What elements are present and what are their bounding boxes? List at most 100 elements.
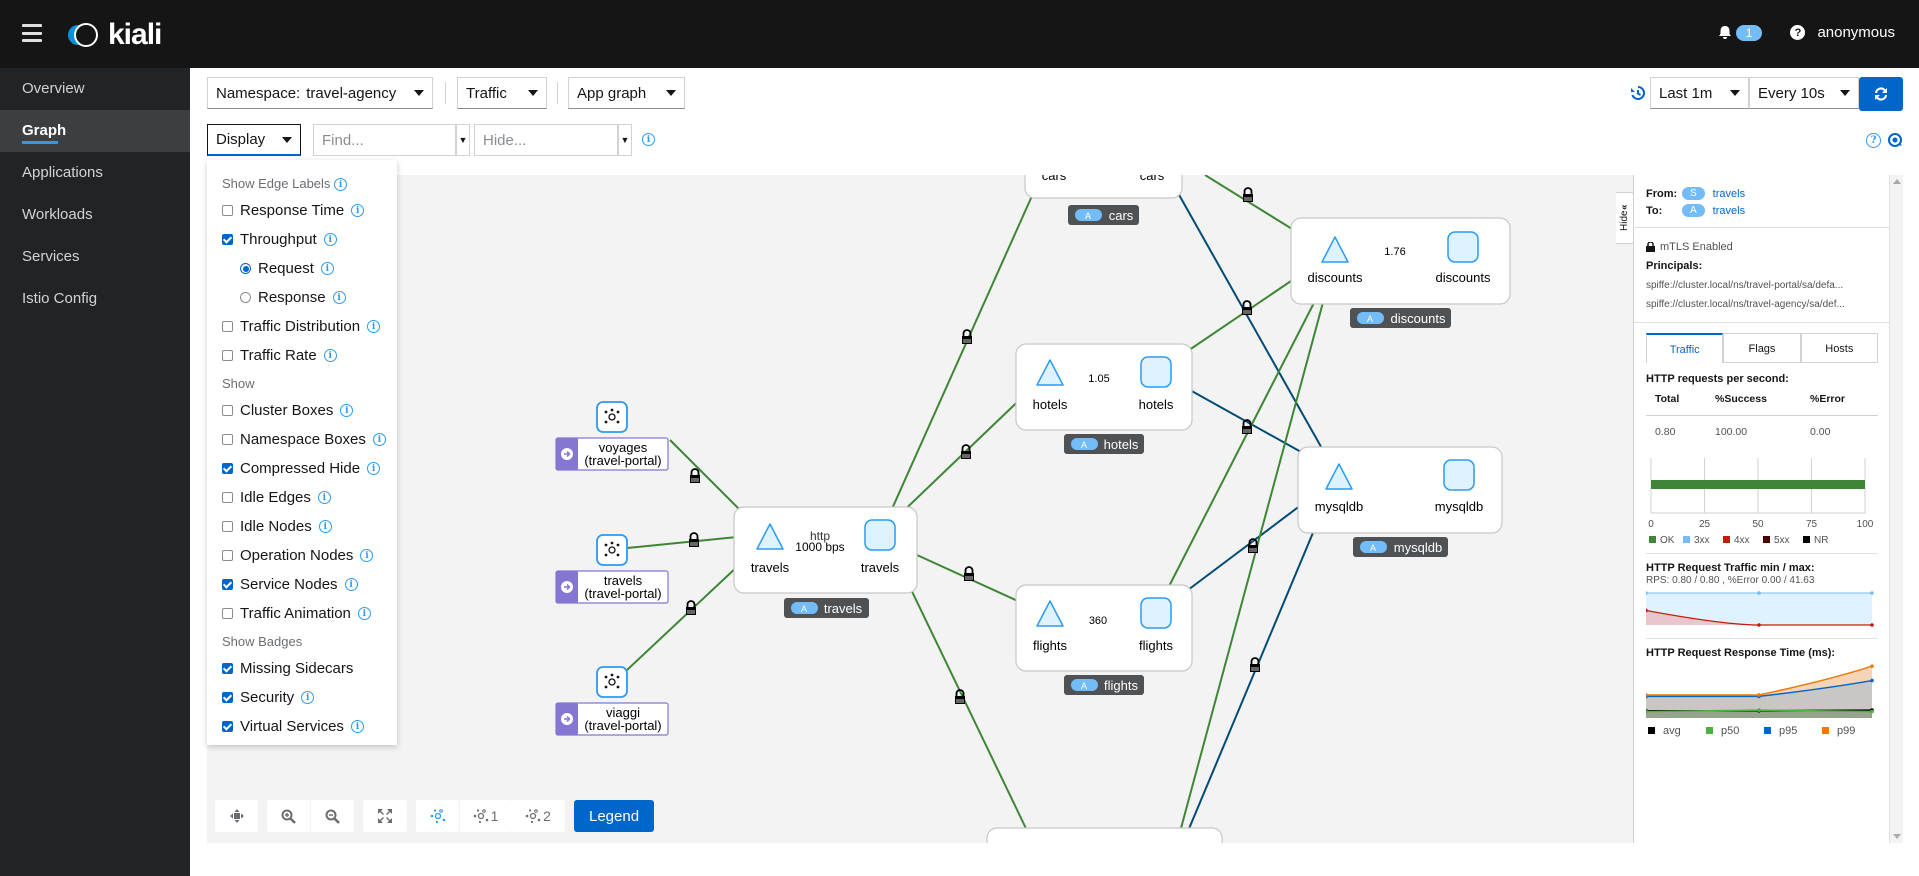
info-icon[interactable]: i <box>351 204 365 217</box>
checkbox[interactable] <box>222 663 233 674</box>
sidebar-item-applications[interactable]: Applications <box>0 152 190 194</box>
hide-options-toggle[interactable]: ▼ <box>618 124 632 156</box>
find-input[interactable]: Find... <box>313 124 456 156</box>
pan-button[interactable] <box>215 800 258 832</box>
option-request[interactable]: Request i <box>222 254 397 283</box>
option-operation-nodes[interactable]: Operation Nodes i <box>222 541 397 570</box>
info-icon[interactable]: i <box>357 607 371 620</box>
app-box-clipped[interactable] <box>986 827 1223 843</box>
option-idle-edges[interactable]: Idle Edges i <box>222 483 397 512</box>
info-icon[interactable]: i <box>320 262 334 275</box>
sidebar-item-workloads[interactable]: Workloads <box>0 194 190 236</box>
zoom-out-button[interactable] <box>311 800 354 832</box>
option-response-time[interactable]: Response Time i <box>222 196 397 225</box>
info-icon[interactable]: i <box>642 133 655 146</box>
info-icon[interactable]: i <box>367 320 381 333</box>
checkbox[interactable] <box>222 350 233 361</box>
option-traffic-animation[interactable]: Traffic Animation i <box>222 599 397 628</box>
hamburger-menu-icon[interactable] <box>22 24 42 42</box>
checkbox[interactable] <box>222 463 233 474</box>
help-icon[interactable]: ? <box>1790 25 1806 40</box>
hide-input[interactable]: Hide... <box>474 124 618 156</box>
sidebar-item-graph[interactable]: Graph <box>0 110 190 152</box>
sidebar-item-overview[interactable]: Overview <box>0 68 190 110</box>
app-box-flights[interactable]: flights flights 360 A flights <box>1015 584 1193 695</box>
user-menu[interactable]: anonymous <box>1817 24 1895 41</box>
app-box-travels[interactable]: travels travels http 1000 bps A travels <box>733 506 918 618</box>
checkbox[interactable] <box>222 550 233 561</box>
option-traffic-rate[interactable]: Traffic Rate i <box>222 341 397 370</box>
option-idle-nodes[interactable]: Idle Nodes i <box>222 512 397 541</box>
layout-1-button[interactable]: 1 <box>460 800 511 832</box>
option-cluster-boxes[interactable]: Cluster Boxes i <box>222 396 397 425</box>
checkbox[interactable] <box>222 492 233 503</box>
checkbox[interactable] <box>222 321 233 332</box>
app-box-cars[interactable]: cars cars A cars <box>1024 175 1183 225</box>
info-icon[interactable]: i <box>317 491 331 504</box>
checkbox[interactable] <box>222 205 233 216</box>
from-link[interactable]: travels <box>1713 188 1745 200</box>
tab-hosts[interactable]: Hosts <box>1800 333 1878 363</box>
graph-type-select[interactable]: App graph <box>568 77 685 109</box>
info-icon[interactable]: i <box>340 404 354 417</box>
source-node-voyages[interactable]: voyages (travel-portal) <box>555 401 669 471</box>
checkbox[interactable] <box>222 608 233 619</box>
option-missing-sidecars[interactable]: Missing Sidecars <box>222 654 397 683</box>
panel-scrollbar[interactable] <box>1889 175 1903 843</box>
option-virtual-services[interactable]: Virtual Services i <box>222 712 397 741</box>
info-icon[interactable]: i <box>372 433 386 446</box>
info-icon[interactable]: i <box>323 349 337 362</box>
option-compressed-hide[interactable]: Compressed Hide i <box>222 454 397 483</box>
option-throughput[interactable]: Throughput i <box>222 225 397 254</box>
graph-svg[interactable]: voyages (travel-portal) travels (travel-… <box>207 175 1633 843</box>
option-response[interactable]: Response i <box>222 283 397 312</box>
radio[interactable] <box>240 263 251 274</box>
checkbox[interactable] <box>222 405 233 416</box>
help-icon[interactable]: ? <box>1866 133 1881 148</box>
info-icon[interactable]: i <box>350 720 364 733</box>
checkbox[interactable] <box>222 434 233 445</box>
info-icon[interactable]: i <box>360 549 374 562</box>
checkbox[interactable] <box>222 721 233 732</box>
fit-button[interactable] <box>363 800 407 832</box>
edge-lower-discounts[interactable] <box>1176 294 1326 843</box>
hide-panel-toggle[interactable]: Hide « <box>1616 192 1634 244</box>
checkbox[interactable] <box>222 692 233 703</box>
zoom-in-button[interactable] <box>267 800 310 832</box>
info-icon[interactable]: i <box>334 178 348 192</box>
app-box-discounts[interactable]: discounts discounts 1.76 A discounts <box>1290 217 1511 328</box>
info-icon[interactable]: i <box>323 233 337 246</box>
info-icon[interactable]: i <box>332 291 346 304</box>
option-traffic-distribution[interactable]: Traffic Distribution i <box>222 312 397 341</box>
tab-traffic[interactable]: Traffic <box>1646 333 1724 363</box>
to-link[interactable]: travels <box>1713 205 1745 217</box>
checkbox[interactable] <box>222 234 233 245</box>
display-select[interactable]: Display <box>207 124 301 156</box>
traffic-select[interactable]: Traffic <box>457 77 547 109</box>
info-icon[interactable]: i <box>344 578 358 591</box>
sidebar-item-istio-config[interactable]: Istio Config <box>0 278 190 320</box>
tab-flags[interactable]: Flags <box>1723 333 1801 363</box>
edge-flights-discounts[interactable] <box>1162 294 1319 599</box>
checkbox[interactable] <box>222 579 233 590</box>
info-icon[interactable]: i <box>367 462 381 475</box>
layout-default-button[interactable] <box>416 800 459 832</box>
tour-icon[interactable] <box>1887 132 1903 148</box>
info-icon[interactable]: i <box>301 691 315 704</box>
source-node-viaggi[interactable]: viaggi (travel-portal) <box>555 666 669 736</box>
notifications-bell[interactable]: 1 <box>1718 24 1763 41</box>
namespace-select[interactable]: Namespace: travel-agency <box>207 77 433 109</box>
option-security[interactable]: Security i <box>222 683 397 712</box>
option-service-nodes[interactable]: Service Nodes i <box>222 570 397 599</box>
history-icon[interactable] <box>1630 85 1646 101</box>
refresh-interval-select[interactable]: Every 10s <box>1749 77 1859 109</box>
info-icon[interactable]: i <box>318 520 332 533</box>
radio[interactable] <box>240 292 251 303</box>
duration-select[interactable]: Last 1m <box>1650 77 1749 109</box>
find-options-toggle[interactable]: ▼ <box>456 124 470 156</box>
checkbox[interactable] <box>222 521 233 532</box>
kiali-logo[interactable]: kiali <box>64 18 162 52</box>
refresh-button[interactable] <box>1859 77 1903 111</box>
legend-button[interactable]: Legend <box>574 800 655 832</box>
sidebar-item-services[interactable]: Services <box>0 236 190 278</box>
